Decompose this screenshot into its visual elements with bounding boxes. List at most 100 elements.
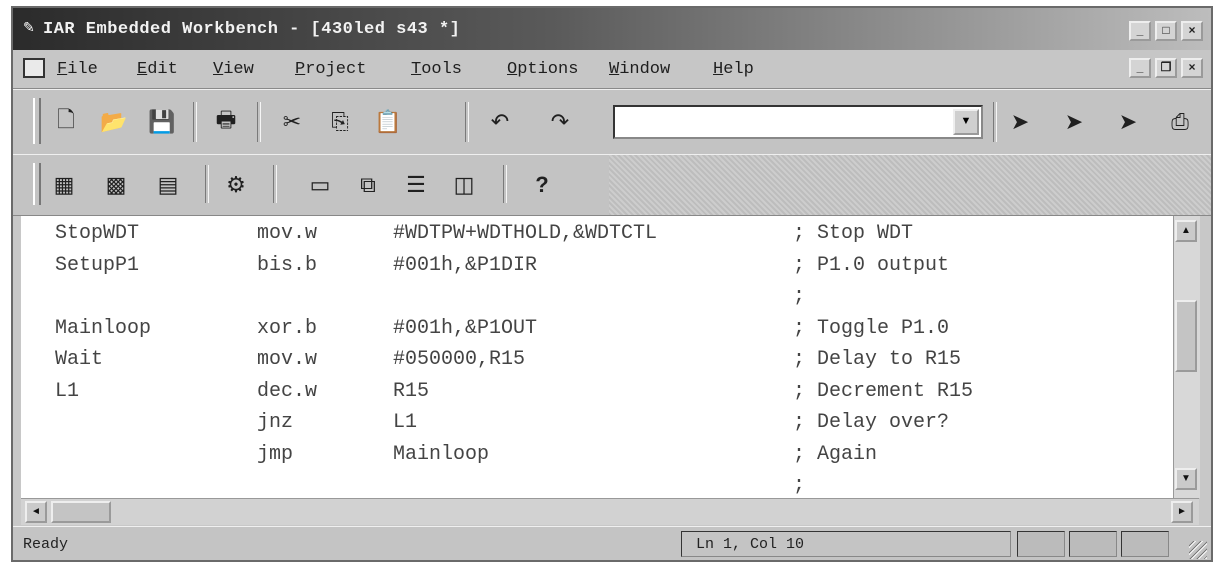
code-opcode: dec.w	[257, 379, 318, 403]
code-line[interactable]: Mainloop xor.b #001h,&P1OUT ; Toggle P1.0	[21, 317, 1171, 347]
standard-toolbar: 🗋 📂 💾 🖶 ✂ ⎘ 📋 ↶ ↷ ▼ ➤ ➤ ➤ ⎙	[13, 89, 1211, 155]
new-file-icon[interactable]: 🗋	[49, 105, 83, 139]
link-icon[interactable]: ▤	[151, 168, 185, 202]
code-editor[interactable]: StopWDT mov.w #WDTPW+WDTHOLD,&WDTCTL ; Stop…	[21, 216, 1173, 498]
cut-icon[interactable]: ✂	[275, 105, 309, 139]
paste-icon[interactable]: 📋	[371, 105, 405, 139]
save-icon[interactable]: 💾	[145, 105, 179, 139]
project-toolbar: ▦ ▩ ▤ ⚙ ▭ ⧉ ☰ ◫ ?	[13, 154, 1211, 216]
code-comment: ; Decrement R15	[793, 379, 974, 403]
code-operand: #001h,&P1DIR	[393, 253, 538, 277]
doc-minimize-button[interactable]: _	[1129, 58, 1151, 78]
window-cascade-icon[interactable]: ⧉	[351, 168, 385, 202]
close-button[interactable]: ×	[1181, 21, 1203, 41]
code-line[interactable]: Wait mov.w #050000,R15 ; Delay to R15	[21, 348, 1171, 378]
find-combo[interactable]: ▼	[613, 105, 983, 139]
find-next-icon[interactable]: ➤	[1003, 105, 1037, 139]
toolbar-background	[609, 155, 1211, 215]
status-text: Ready	[23, 536, 69, 553]
menu-options[interactable]: Options	[507, 60, 578, 79]
code-label: SetupP1	[55, 253, 140, 277]
print-icon[interactable]: 🖶	[209, 105, 243, 139]
code-label: L1	[55, 379, 80, 403]
window-title: IAR Embedded Workbench - [430led s43 *]	[43, 20, 461, 39]
undo-icon[interactable]: ↶	[483, 105, 517, 139]
menu-window[interactable]: Window	[609, 60, 670, 79]
find-prev-icon[interactable]: ➤	[1057, 105, 1091, 139]
toolbar-separator	[503, 165, 507, 203]
scroll-down-button[interactable]: ▼	[1175, 468, 1197, 490]
code-opcode: jnz	[257, 411, 294, 434]
compile-icon[interactable]: ▦	[47, 168, 81, 202]
cursor-position: Ln 1, Col 10	[681, 531, 1011, 557]
code-operand: Mainloop	[393, 442, 490, 466]
minimize-button[interactable]: _	[1129, 21, 1151, 41]
resize-grip[interactable]	[1189, 541, 1207, 559]
code-comment: ; Stop WDT	[793, 222, 914, 245]
code-comment: ; Toggle P1.0	[793, 316, 950, 340]
open-folder-icon[interactable]: 📂	[97, 105, 131, 139]
code-comment: ; Delay over?	[793, 411, 950, 434]
code-line[interactable]: StopWDT mov.w #WDTPW+WDTHOLD,&WDTCTL ; Stop…	[21, 222, 1171, 252]
redo-icon[interactable]: ↷	[543, 105, 577, 139]
document-icon[interactable]	[23, 58, 45, 78]
code-opcode: bis.b	[257, 253, 318, 277]
vertical-scroll-thumb[interactable]	[1175, 300, 1197, 372]
code-line[interactable]: SetupP1 bis.b #001h,&P1DIR ; P1.0 output	[21, 254, 1171, 284]
window-tile-vertical-icon[interactable]: ◫	[447, 168, 481, 202]
debug-icon[interactable]: ⚙	[219, 168, 253, 202]
toolbar-separator	[465, 102, 469, 142]
help-icon[interactable]: ?	[525, 168, 559, 202]
code-line[interactable]: L1 dec.w R15 ; Decrement R15	[21, 380, 1171, 410]
toolbar-grip[interactable]	[33, 163, 41, 205]
replace-icon[interactable]: ➤	[1111, 105, 1145, 139]
code-comment: ;	[793, 474, 806, 497]
scroll-up-button[interactable]: ▲	[1175, 220, 1197, 242]
ide-window: ✎ IAR Embedded Workbench - [430led s43 *…	[11, 6, 1213, 562]
menu-project[interactable]: Project	[295, 60, 366, 79]
status-cell	[1017, 531, 1065, 557]
window-editor-icon[interactable]: ▭	[303, 168, 337, 202]
code-label: StopWDT	[55, 222, 140, 245]
menu-help[interactable]: Help	[713, 60, 754, 79]
code-opcode: xor.b	[257, 316, 318, 340]
vertical-scrollbar[interactable]: ▲ ▼	[1173, 216, 1200, 498]
status-cell	[1069, 531, 1117, 557]
scroll-right-button[interactable]: ►	[1171, 501, 1193, 523]
code-operand: #050000,R15	[393, 348, 526, 371]
code-operand: L1	[393, 411, 418, 434]
scroll-left-button[interactable]: ◄	[25, 501, 47, 523]
code-line[interactable]: jnz L1 ; Delay over?	[21, 411, 1171, 441]
maximize-button[interactable]: □	[1155, 21, 1177, 41]
menu-file[interactable]: File	[57, 60, 98, 79]
title-bar[interactable]: ✎ IAR Embedded Workbench - [430led s43 *…	[13, 8, 1211, 50]
doc-close-button[interactable]: ×	[1181, 58, 1203, 78]
code-line[interactable]: ;	[21, 474, 1171, 498]
horizontal-scrollbar[interactable]: ◄ ►	[21, 498, 1199, 525]
code-operand: #001h,&P1OUT	[393, 316, 538, 340]
toolbar-separator	[193, 102, 197, 142]
toolbar-separator	[273, 165, 277, 203]
code-opcode: jmp	[257, 442, 294, 466]
menu-bar: File Edit View Project Tools Options Win…	[13, 50, 1211, 89]
copy-icon[interactable]: ⎘	[323, 105, 357, 139]
combo-dropdown-arrow[interactable]: ▼	[953, 109, 979, 135]
code-comment: ; Delay to R15	[793, 348, 962, 371]
code-comment: ;	[793, 285, 806, 308]
make-icon[interactable]: ▩	[99, 168, 133, 202]
iar-icon: ✎	[23, 19, 35, 35]
code-operand: #WDTPW+WDTHOLD,&WDTCTL	[393, 222, 658, 245]
code-comment: ; P1.0 output	[793, 253, 950, 277]
menu-edit[interactable]: Edit	[137, 60, 178, 79]
menu-view[interactable]: View	[213, 60, 254, 79]
code-opcode: mov.w	[257, 222, 318, 245]
goto-icon[interactable]: ⎙	[1163, 105, 1197, 139]
toolbar-grip[interactable]	[33, 98, 41, 144]
code-line[interactable]: jmp Mainloop ; Again	[21, 443, 1171, 473]
menu-tools[interactable]: Tools	[411, 60, 462, 79]
code-label: Wait	[55, 348, 104, 371]
horizontal-scroll-thumb[interactable]	[51, 501, 111, 523]
doc-restore-button[interactable]: ❐	[1155, 58, 1177, 78]
window-tile-horizontal-icon[interactable]: ☰	[399, 168, 433, 202]
code-line[interactable]: ;	[21, 285, 1171, 315]
